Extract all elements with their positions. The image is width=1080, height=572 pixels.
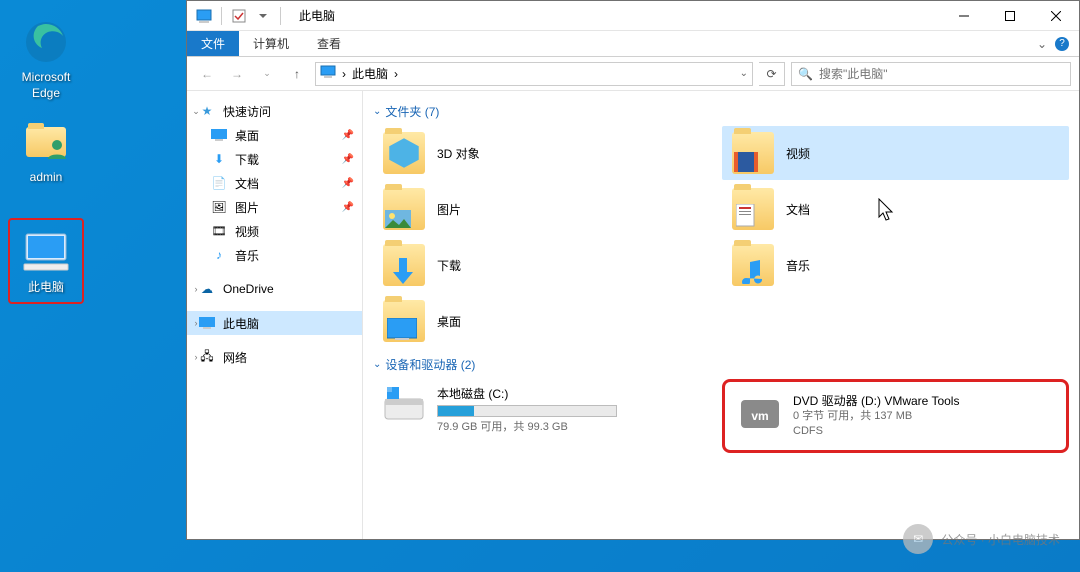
drive-c[interactable]: 本地磁盘 (C:) 79.9 GB 可用，共 99.3 GB (373, 379, 720, 453)
documents-folder-icon (732, 188, 774, 230)
folder-documents[interactable]: 文档 (722, 182, 1069, 236)
cloud-icon: ☁ (199, 281, 215, 297)
hdd-icon (383, 385, 425, 427)
pin-icon: 📌 (342, 202, 354, 213)
breadcrumb-chevron-icon[interactable]: › (394, 67, 398, 81)
search-box[interactable]: 🔍 (791, 62, 1071, 86)
expand-icon[interactable]: ⌄ (191, 106, 201, 117)
folder-downloads[interactable]: 下载 (373, 238, 720, 292)
watermark: ✉ 公众号 · 小白电脑技术 (903, 524, 1060, 554)
desktop-icon-thispc[interactable]: 此电脑 (8, 218, 84, 304)
sidebar-item-pictures[interactable]: 🖼图片📌 (187, 195, 362, 219)
sidebar-quick-access[interactable]: ⌄ ★ 快速访问 (187, 99, 362, 123)
sidebar-item-videos[interactable]: 🎞视频 (187, 219, 362, 243)
group-header-folders[interactable]: ⌄文件夹 (7) (373, 103, 1069, 120)
minimize-button[interactable] (941, 1, 987, 31)
nav-recent-dropdown[interactable]: ⌄ (255, 62, 279, 86)
chevron-down-icon: ⌄ (373, 359, 381, 370)
computer-icon (22, 228, 70, 276)
downloads-folder-icon (383, 244, 425, 286)
breadcrumb-thispc[interactable]: 此电脑 (352, 65, 388, 82)
picture-icon: 🖼 (211, 199, 227, 215)
nav-back-button[interactable]: ← (195, 62, 219, 86)
titlebar[interactable]: 此电脑 (187, 1, 1079, 31)
ribbon-tab-computer[interactable]: 计算机 (239, 31, 303, 56)
search-input[interactable] (819, 67, 1064, 81)
sidebar-thispc[interactable]: ›此电脑 (187, 311, 362, 335)
video-folder-icon (732, 132, 774, 174)
dvd-drive-icon: vm (739, 392, 781, 434)
maximize-button[interactable] (987, 1, 1033, 31)
folder-videos[interactable]: 视频 (722, 126, 1069, 180)
music-folder-icon (732, 244, 774, 286)
sidebar-item-documents[interactable]: 📄文档📌 (187, 171, 362, 195)
desktop-icon-label: Microsoft Edge (8, 70, 84, 101)
expand-icon[interactable]: › (191, 284, 201, 294)
address-bar: ← → ⌄ ↑ › 此电脑 › ⌄ ⟳ 🔍 (187, 57, 1079, 91)
edge-icon (22, 18, 70, 66)
search-icon: 🔍 (798, 67, 813, 81)
window-title: 此电脑 (299, 7, 335, 24)
content-pane[interactable]: ⌄文件夹 (7) 3D 对象 视频 图片 文档 下载 音乐 桌面 ⌄设备和驱动器… (363, 91, 1079, 539)
sidebar-item-desktop[interactable]: 桌面📌 (187, 123, 362, 147)
sidebar-item-music[interactable]: ♪音乐 (187, 243, 362, 267)
desktop-icon-admin[interactable]: admin (8, 118, 84, 186)
expand-icon[interactable]: › (191, 352, 201, 362)
star-icon: ★ (199, 103, 215, 119)
download-icon: ⬇ (211, 151, 227, 167)
nav-up-button[interactable]: ↑ (285, 62, 309, 86)
pin-icon: 📌 (342, 178, 354, 189)
help-icon[interactable]: ? (1055, 37, 1069, 51)
folder-music[interactable]: 音乐 (722, 238, 1069, 292)
chevron-down-icon: ⌄ (373, 106, 381, 117)
sidebar-network[interactable]: ›🖧网络 (187, 345, 362, 369)
desktop-icon (211, 127, 227, 143)
navigation-pane[interactable]: ⌄ ★ 快速访问 桌面📌 ⬇下载📌 📄文档📌 🖼图片📌 🎞视频 ♪音乐 ›☁On… (187, 91, 363, 539)
folder-3d-objects[interactable]: 3D 对象 (373, 126, 720, 180)
network-icon: 🖧 (199, 349, 215, 365)
drive-d-dvd[interactable]: vm DVD 驱动器 (D:) VMware Tools 0 字节 可用，共 1… (729, 386, 1062, 446)
close-button[interactable] (1033, 1, 1079, 31)
3d-objects-icon (383, 132, 425, 174)
system-menu-icon[interactable] (193, 5, 215, 27)
ribbon-expand-icon[interactable]: ⌄ (1037, 37, 1047, 51)
folder-desktop[interactable]: 桌面 (373, 294, 720, 348)
desktop-icon-label: admin (8, 170, 84, 186)
refresh-button[interactable]: ⟳ (759, 62, 785, 86)
pin-icon: 📌 (342, 130, 354, 141)
svg-text:vm: vm (751, 409, 768, 423)
expand-icon[interactable]: › (191, 318, 201, 328)
user-folder-icon (22, 118, 70, 166)
desktop-icon-label: 此电脑 (22, 280, 70, 296)
wechat-icon: ✉ (903, 524, 933, 554)
ribbon-tab-view[interactable]: 查看 (303, 31, 355, 56)
document-icon: 📄 (211, 175, 227, 191)
address-dropdown-icon[interactable]: ⌄ (740, 68, 748, 79)
sidebar-onedrive[interactable]: ›☁OneDrive (187, 277, 362, 301)
address-box[interactable]: › 此电脑 › ⌄ (315, 62, 753, 86)
pictures-folder-icon (383, 188, 425, 230)
music-icon: ♪ (211, 247, 227, 263)
video-icon: 🎞 (211, 223, 227, 239)
pin-icon: 📌 (342, 154, 354, 165)
ribbon-tab-file[interactable]: 文件 (187, 31, 239, 56)
qat-properties-icon[interactable] (228, 5, 250, 27)
computer-icon (199, 315, 215, 331)
folder-pictures[interactable]: 图片 (373, 182, 720, 236)
desktop-folder-icon (383, 300, 425, 342)
breadcrumb-chevron-icon[interactable]: › (342, 67, 346, 81)
explorer-window: 此电脑 文件 计算机 查看 ⌄ ? ← → ⌄ ↑ › 此电脑 › ⌄ ⟳ (186, 0, 1080, 540)
qat-dropdown-icon[interactable] (252, 5, 274, 27)
nav-forward-button: → (225, 62, 249, 86)
computer-icon (320, 65, 336, 82)
ribbon: 文件 计算机 查看 ⌄ ? (187, 31, 1079, 57)
sidebar-item-downloads[interactable]: ⬇下载📌 (187, 147, 362, 171)
desktop-icon-edge[interactable]: Microsoft Edge (8, 18, 84, 101)
group-header-drives[interactable]: ⌄设备和驱动器 (2) (373, 356, 1069, 373)
